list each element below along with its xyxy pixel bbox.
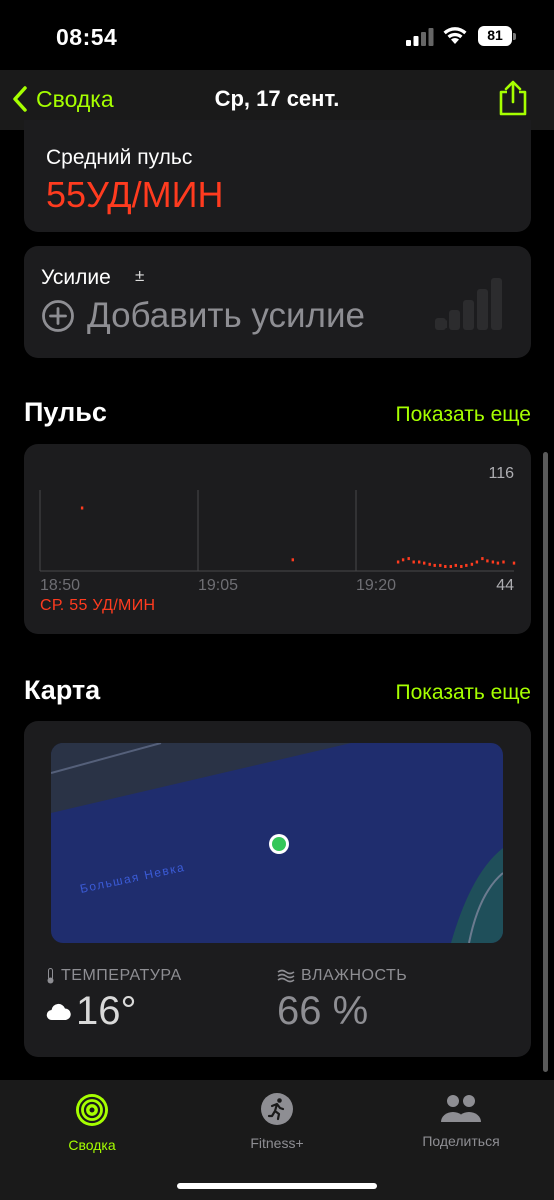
- pulse-data-point: [412, 560, 415, 564]
- pulse-data-point: [291, 558, 294, 562]
- pulse-show-more-link[interactable]: Показать еще: [395, 403, 531, 427]
- pulse-data-point: [418, 560, 421, 564]
- pulse-data-point: [486, 559, 489, 563]
- pulse-data-point: [491, 560, 495, 564]
- wifi-icon: [443, 27, 467, 44]
- humidity-label: ВЛАЖНОСТЬ: [301, 967, 408, 984]
- location-marker: [272, 837, 286, 851]
- cellular-signal-icon: [406, 28, 434, 46]
- average-pulse-label: СР. 55 УД/МИН: [40, 597, 156, 614]
- pulse-data-point: [496, 561, 500, 565]
- pulse-data-point: [428, 562, 431, 566]
- effort-bars-icon: [435, 278, 502, 330]
- pulse-chart-card[interactable]: 18:50 19:05 19:20 116 44 СР. 55 УД/МИН: [24, 444, 531, 634]
- humidity-icon: [277, 969, 295, 983]
- temperature-row: 16°: [46, 989, 137, 1034]
- pulse-data-point: [454, 563, 457, 567]
- cloud-icon: [46, 1003, 71, 1020]
- pulse-data-point: [502, 560, 505, 564]
- tab-bar: Сводка Fitness+ Поделиться: [0, 1080, 554, 1200]
- battery-indicator: 81: [478, 26, 516, 46]
- plus-circle-icon: [42, 300, 74, 332]
- pulse-data-point: [439, 563, 442, 567]
- people-icon: [441, 1095, 481, 1122]
- effort-card: Усилие ± Добавить усилие: [24, 246, 531, 358]
- pulse-data-point: [460, 565, 463, 568]
- pulse-data-point: [444, 565, 447, 568]
- pulse-section-title: Пульс: [24, 397, 107, 427]
- x-tick-label: 19:20: [356, 577, 396, 594]
- add-effort-button[interactable]: Добавить усилие: [41, 296, 365, 336]
- y-min-label: 44: [496, 577, 514, 594]
- pulse-data-point: [465, 563, 468, 567]
- pulse-points: [80, 506, 516, 568]
- thermometer-icon: [47, 968, 54, 984]
- map-show-more-link[interactable]: Показать еще: [395, 681, 531, 705]
- pulse-data-point: [80, 506, 84, 510]
- x-tick-label: 19:05: [198, 577, 238, 594]
- scroll-indicator[interactable]: [543, 452, 548, 1072]
- pulse-data-point: [407, 557, 410, 561]
- pulse-data-point: [475, 560, 479, 564]
- average-heart-rate-value: 55УД/МИН: [46, 174, 224, 215]
- map-canvas: Большая Невка: [51, 743, 503, 943]
- route-map[interactable]: Большая Невка: [51, 743, 503, 943]
- status-bar: 08:54 81: [0, 0, 554, 70]
- pulse-data-point: [396, 560, 400, 564]
- average-heart-rate-label: Средний пульс: [46, 146, 193, 169]
- humidity-label-row: ВЛАЖНОСТЬ: [277, 967, 407, 985]
- map-section-title: Карта: [24, 675, 101, 705]
- runner-icon: [261, 1093, 293, 1125]
- map-water-label: Большая Невка: [79, 860, 187, 896]
- tab-sharing-label: Поделиться: [422, 1133, 500, 1149]
- home-indicator: [177, 1183, 377, 1189]
- average-heart-rate-card: Средний пульс 55УД/МИН: [24, 120, 531, 232]
- temperature-value: 16°: [76, 989, 137, 1033]
- temperature-label-row: ТЕМПЕРАТУРА: [46, 967, 182, 985]
- activity-rings-icon: [76, 1094, 108, 1126]
- map-land: [51, 743, 351, 813]
- status-time: 08:54: [56, 24, 118, 50]
- effort-label: Усилие: [41, 266, 111, 289]
- pulse-data-point: [449, 565, 452, 568]
- battery-cap: [513, 33, 516, 40]
- page-title: Ср, 17 сент.: [214, 86, 340, 111]
- tab-summary-label: Сводка: [68, 1137, 116, 1153]
- add-effort-label: Добавить усилие: [87, 296, 366, 335]
- temperature-label: ТЕМПЕРАТУРА: [61, 967, 182, 984]
- map-card: Большая Невка ТЕМПЕРАТУРА 16° ВЛАЖНОСТЬ …: [24, 721, 531, 1057]
- pulse-data-point: [401, 558, 405, 562]
- tab-fitness-plus-label: Fitness+: [250, 1135, 304, 1151]
- plus-minus-icon: ±: [135, 266, 145, 285]
- pulse-data-point: [470, 562, 474, 566]
- pulse-data-point: [433, 563, 436, 567]
- y-max-label: 116: [488, 465, 514, 482]
- pulse-data-point: [512, 561, 516, 565]
- share-icon[interactable]: [497, 80, 529, 116]
- pulse-data-point: [423, 561, 426, 565]
- tab-summary[interactable]: Сводка: [22, 1092, 162, 1153]
- tab-fitness-plus[interactable]: Fitness+: [207, 1092, 347, 1151]
- battery-level: 81: [487, 27, 503, 43]
- pulse-data-point: [481, 557, 484, 561]
- x-tick-label: 18:50: [40, 577, 80, 594]
- humidity-value: 66 %: [277, 989, 369, 1033]
- map-park: [451, 848, 503, 943]
- tab-sharing[interactable]: Поделиться: [391, 1092, 531, 1149]
